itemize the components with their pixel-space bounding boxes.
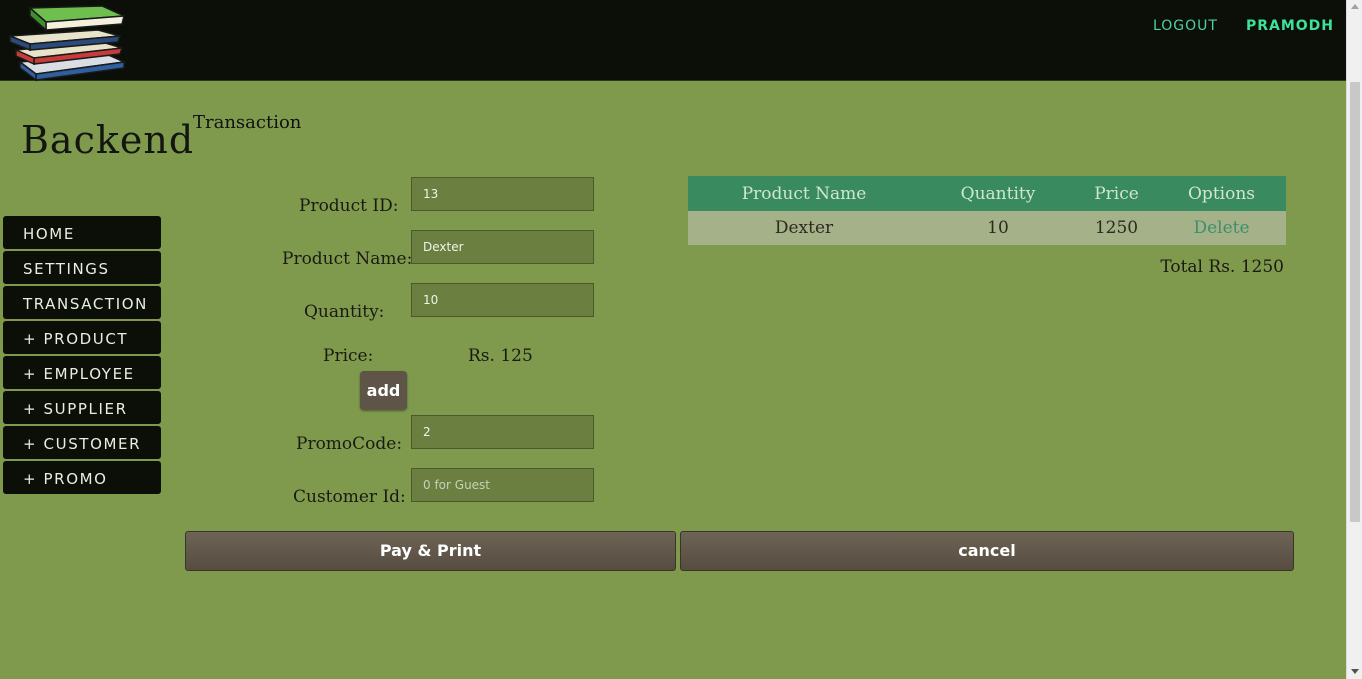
scrollbar-thumb[interactable] <box>1350 82 1360 522</box>
top-bar: LOGOUT PRAMODH <box>0 0 1346 82</box>
product-id-label: Product ID: <box>299 196 399 216</box>
price-label: Price: <box>323 346 374 366</box>
column-header-options: Options <box>1157 176 1286 211</box>
promo-code-field[interactable]: 2 <box>411 415 594 449</box>
quantity-label: Quantity: <box>304 302 385 322</box>
sidebar-item-product[interactable]: + PRODUCT <box>3 321 161 354</box>
backend-title: Backend <box>21 118 195 162</box>
customer-id-field[interactable]: 0 for Guest <box>411 468 594 502</box>
cart-table: Product Name Quantity Price Options Dext… <box>688 176 1286 245</box>
cart-header-row: Product Name Quantity Price Options <box>688 176 1286 211</box>
books-stack-icon[interactable] <box>6 2 128 82</box>
sidebar-item-employee[interactable]: + EMPLOYEE <box>3 356 161 389</box>
cell-product-name: Dexter <box>688 211 920 245</box>
top-links: LOGOUT PRAMODH <box>1153 18 1334 34</box>
sidebar-nav: HOME SETTINGS TRANSACTION + PRODUCT + EM… <box>3 216 161 496</box>
product-name-field[interactable]: Dexter <box>411 230 594 264</box>
delete-link[interactable]: Delete <box>1157 211 1286 245</box>
sidebar-item-settings[interactable]: SETTINGS <box>3 251 161 284</box>
page-title: Transaction <box>193 112 302 133</box>
quantity-field[interactable]: 10 <box>411 283 594 317</box>
column-header-quantity: Quantity <box>920 176 1076 211</box>
cell-price: 1250 <box>1076 211 1157 245</box>
cart-total: Total Rs. 1250 <box>1160 257 1284 277</box>
column-header-product-name: Product Name <box>688 176 920 211</box>
logout-link[interactable]: LOGOUT <box>1153 18 1218 34</box>
column-header-price: Price <box>1076 176 1157 211</box>
sidebar-item-supplier[interactable]: + SUPPLIER <box>3 391 161 424</box>
sidebar-item-promo[interactable]: + PROMO <box>3 461 161 494</box>
price-value: Rs. 125 <box>468 346 533 366</box>
table-row: Dexter 10 1250 Delete <box>688 211 1286 245</box>
cell-quantity: 10 <box>920 211 1076 245</box>
promo-code-label: PromoCode: <box>296 434 403 454</box>
sidebar-item-customer[interactable]: + CUSTOMER <box>3 426 161 459</box>
sidebar-item-transaction[interactable]: TRANSACTION <box>3 286 161 319</box>
page-scrollbar[interactable] <box>1346 0 1362 679</box>
customer-id-label: Customer Id: <box>293 487 406 507</box>
username-link[interactable]: PRAMODH <box>1246 18 1334 34</box>
add-button[interactable]: add <box>360 371 407 410</box>
product-id-field[interactable]: 13 <box>411 177 594 211</box>
scroll-up-icon[interactable] <box>1351 4 1359 9</box>
product-name-label: Product Name: <box>282 249 413 269</box>
scroll-down-icon[interactable] <box>1351 669 1359 674</box>
sidebar-item-home[interactable]: HOME <box>3 216 161 249</box>
cancel-button[interactable]: cancel <box>680 531 1294 571</box>
pay-print-button[interactable]: Pay & Print <box>185 531 676 571</box>
